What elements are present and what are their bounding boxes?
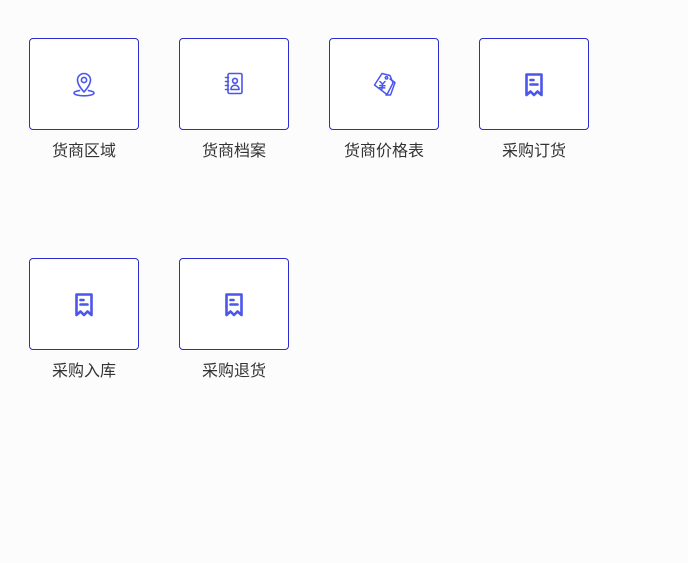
tile-supplier-region[interactable]: 货商区域 bbox=[29, 38, 139, 168]
contact-book-icon bbox=[216, 66, 252, 102]
tile-purchase-return[interactable]: 采购退货 bbox=[179, 258, 289, 388]
tile-supplier-price-list-box[interactable] bbox=[329, 38, 439, 130]
price-tag-icon bbox=[366, 66, 402, 102]
tile-purchase-return-box[interactable] bbox=[179, 258, 289, 350]
tile-purchase-order-box[interactable] bbox=[479, 38, 589, 130]
tile-purchase-inbound[interactable]: 采购入库 bbox=[29, 258, 139, 388]
tile-purchase-order[interactable]: 采购订货 bbox=[479, 38, 589, 168]
tile-supplier-price-list-label: 货商价格表 bbox=[343, 143, 424, 160]
tile-purchase-order-label: 采购订货 bbox=[501, 143, 566, 160]
receipt-icon bbox=[66, 286, 102, 322]
tile-supplier-price-list[interactable]: 货商价格表 bbox=[329, 38, 439, 168]
tile-supplier-profile-box[interactable] bbox=[179, 38, 289, 130]
tile-purchase-return-label: 采购退货 bbox=[201, 363, 266, 380]
tile-purchase-inbound-box[interactable] bbox=[29, 258, 139, 350]
receipt-icon bbox=[516, 66, 552, 102]
tile-supplier-region-label: 货商区域 bbox=[51, 143, 116, 160]
location-pin-icon bbox=[66, 66, 102, 102]
tile-supplier-profile-label: 货商档案 bbox=[201, 143, 266, 160]
tile-purchase-inbound-label: 采购入库 bbox=[51, 363, 116, 380]
receipt-icon bbox=[216, 286, 252, 322]
tile-supplier-region-box[interactable] bbox=[29, 38, 139, 130]
tile-supplier-profile[interactable]: 货商档案 bbox=[179, 38, 289, 168]
